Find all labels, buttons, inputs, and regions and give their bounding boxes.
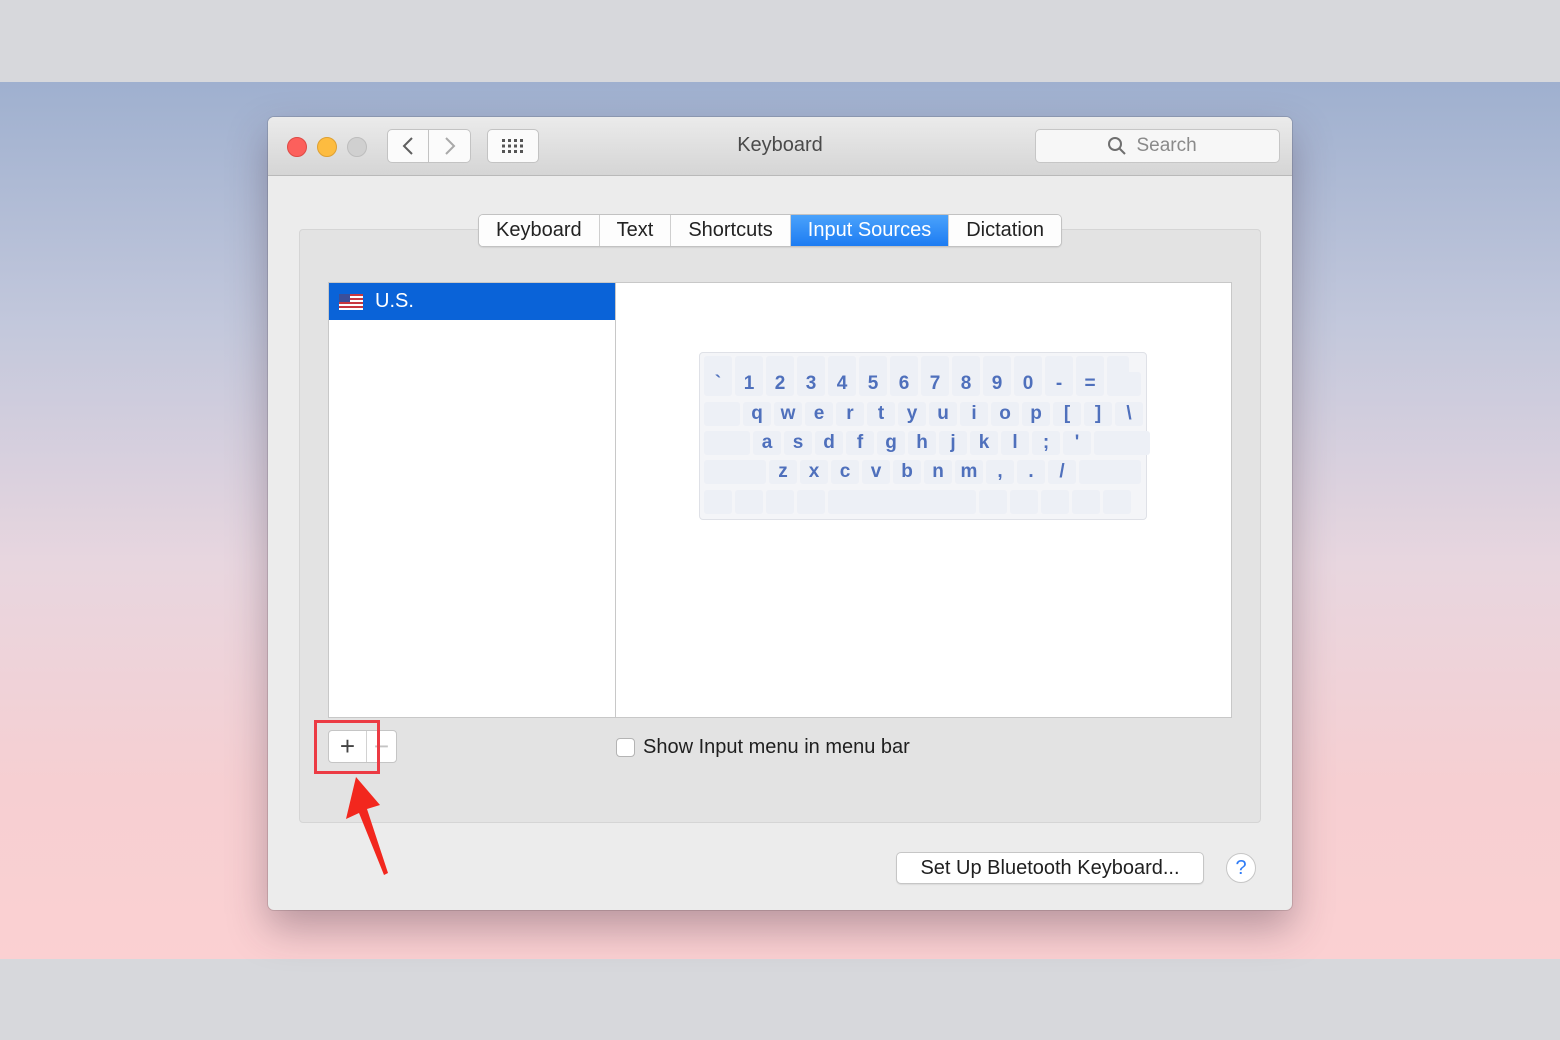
key: j xyxy=(939,431,967,455)
key: 1 xyxy=(735,372,763,396)
keyboard-row-home: a s d f g h j k l ; ' xyxy=(704,431,1150,455)
key: g xyxy=(877,431,905,455)
key: ] xyxy=(1084,402,1112,426)
key: ` xyxy=(704,372,732,396)
key: u xyxy=(929,402,957,426)
list-item-label: U.S. xyxy=(375,290,414,312)
title-bar: Keyboard xyxy=(268,117,1292,176)
list-item-us[interactable]: U.S. xyxy=(329,283,615,320)
tab-shortcuts[interactable]: Shortcuts xyxy=(671,215,791,246)
key: n xyxy=(924,460,952,484)
key: y xyxy=(898,402,926,426)
key xyxy=(1103,490,1131,514)
us-flag-icon xyxy=(339,293,363,310)
key: f xyxy=(846,431,874,455)
key: w xyxy=(774,402,802,426)
key: m xyxy=(955,460,983,484)
key: / xyxy=(1048,460,1076,484)
key: 6 xyxy=(890,372,918,396)
help-button[interactable]: ? xyxy=(1226,853,1256,883)
show-input-menu-label: Show Input menu in menu bar xyxy=(643,736,910,758)
key xyxy=(704,402,740,426)
keyboard-preferences-window: Keyboard Keyboard Text Shortcuts Input S… xyxy=(268,117,1292,910)
key: 4 xyxy=(828,372,856,396)
key xyxy=(735,490,763,514)
annotation-arrow-icon xyxy=(346,777,388,875)
key: s xyxy=(784,431,812,455)
key: 5 xyxy=(859,372,887,396)
key: r xyxy=(836,402,864,426)
keyboard-row-bottom: z x c v b n m , . / xyxy=(704,460,1142,484)
key: = xyxy=(1076,372,1104,396)
tab-bar: Keyboard Text Shortcuts Input Sources Di… xyxy=(478,214,1063,247)
key: ' xyxy=(1063,431,1091,455)
key: 0 xyxy=(1014,372,1042,396)
key xyxy=(1010,490,1038,514)
key: x xyxy=(800,460,828,484)
input-sources-list: U.S. xyxy=(328,282,616,718)
key: t xyxy=(867,402,895,426)
key: [ xyxy=(1053,402,1081,426)
key xyxy=(1094,431,1150,455)
key: d xyxy=(815,431,843,455)
key xyxy=(797,490,825,514)
key xyxy=(1107,372,1141,396)
key: 2 xyxy=(766,372,794,396)
key: z xyxy=(769,460,797,484)
key: 8 xyxy=(952,372,980,396)
key xyxy=(704,490,732,514)
key xyxy=(704,431,750,455)
key: a xyxy=(753,431,781,455)
key xyxy=(1079,460,1141,484)
keyboard-layout-preview: ` 1 2 3 4 5 6 7 8 9 0 - = q w e r t y u … xyxy=(616,282,1232,718)
tab-keyboard[interactable]: Keyboard xyxy=(479,215,600,246)
key: - xyxy=(1045,372,1073,396)
key xyxy=(979,490,1007,514)
show-input-menu-checkbox[interactable] xyxy=(616,738,635,757)
key xyxy=(1041,490,1069,514)
tab-input-sources[interactable]: Input Sources xyxy=(790,215,950,246)
key: 3 xyxy=(797,372,825,396)
key: p xyxy=(1022,402,1050,426)
key: . xyxy=(1017,460,1045,484)
key: c xyxy=(831,460,859,484)
key: h xyxy=(908,431,936,455)
annotation-highlight-box xyxy=(314,720,380,774)
search-icon xyxy=(1107,137,1126,155)
search-field[interactable] xyxy=(1035,129,1280,163)
key: ; xyxy=(1032,431,1060,455)
key: 7 xyxy=(921,372,949,396)
set-up-bluetooth-keyboard-button[interactable]: Set Up Bluetooth Keyboard... xyxy=(896,852,1204,884)
search-input[interactable] xyxy=(1134,134,1209,158)
key: l xyxy=(1001,431,1029,455)
key: v xyxy=(862,460,890,484)
key xyxy=(766,490,794,514)
keyboard-diagram: ` 1 2 3 4 5 6 7 8 9 0 - = q w e r t y u … xyxy=(699,352,1150,520)
tab-text[interactable]: Text xyxy=(599,215,672,246)
key: , xyxy=(986,460,1014,484)
key: o xyxy=(991,402,1019,426)
key: 9 xyxy=(983,372,1011,396)
key: q xyxy=(743,402,771,426)
show-input-menu-option[interactable]: Show Input menu in menu bar xyxy=(616,736,910,759)
key: e xyxy=(805,402,833,426)
keyboard-row-modifiers xyxy=(704,490,1142,514)
key xyxy=(704,460,766,484)
keyboard-row-number: ` 1 2 3 4 5 6 7 8 9 0 - = xyxy=(704,372,1142,396)
key: \ xyxy=(1115,402,1143,426)
keyboard-row-top: q w e r t y u i o p [ ] \ xyxy=(704,402,1143,426)
key: b xyxy=(893,460,921,484)
tab-dictation[interactable]: Dictation xyxy=(949,215,1062,246)
key: i xyxy=(960,402,988,426)
key xyxy=(1072,490,1100,514)
key xyxy=(828,490,976,514)
key: k xyxy=(970,431,998,455)
